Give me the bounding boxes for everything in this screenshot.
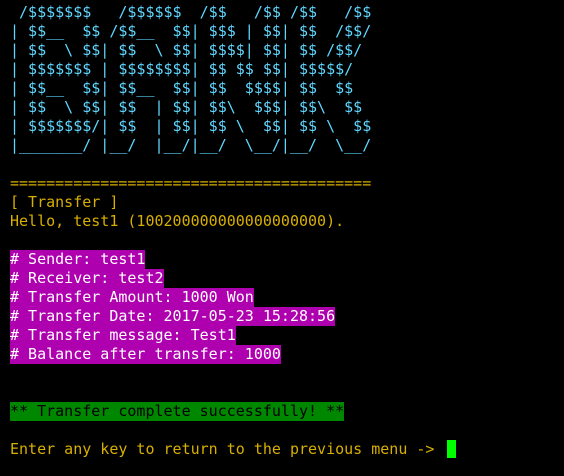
banner-line: | $$$$$$$/| $$ | $$| $$ \ $$| $$ \ $$ (10, 117, 372, 135)
banner-line: |_______/ |__/ |__/|__/ \__/|__/ \__/ (10, 136, 372, 154)
text-cursor[interactable] (447, 440, 457, 458)
banner-line: /$$$$$$$ /$$$$$$ /$$ /$$ /$$ /$$ (10, 3, 372, 21)
section-title: [ Transfer ] (10, 193, 119, 211)
detail-message: # Transfer message: Test1 (10, 326, 236, 345)
banner-line: | $$$$$$$ | $$$$$$$$| $$ $$ $$| $$$$$/ (10, 60, 372, 78)
return-prompt[interactable]: Enter any key to return to the previous … (10, 440, 558, 459)
detail-balance: # Balance after transfer: 1000 (10, 345, 281, 364)
success-message: ** Transfer complete successfully! ** (10, 402, 345, 421)
detail-sender: # Sender: test1 (10, 250, 146, 269)
bank-ascii-banner: /$$$$$$$ /$$$$$$ /$$ /$$ /$$ /$$ | $$__ … (10, 3, 558, 155)
terminal-window[interactable]: /$$$$$$$ /$$$$$$ /$$ /$$ /$$ /$$ | $$__ … (10, 3, 558, 459)
banner-line: | $$__ $$| $$__ $$| $$ $$$$| $$ $$ (10, 79, 372, 97)
transfer-details: # Sender: test1 # Receiver: test2 # Tran… (10, 250, 558, 364)
banner-line: | $$ \ $$| $$ \ $$| $$$$| $$| $$ /$$/ (10, 41, 372, 59)
detail-date: # Transfer Date: 2017-05-23 15:28:56 (10, 307, 336, 326)
greeting: Hello, test1 (100200000000000000000). (10, 212, 345, 230)
prompt-text: Enter any key to return to the previous … (10, 440, 444, 458)
detail-amount: # Transfer Amount: 1000 Won (10, 288, 254, 307)
banner-line: | $$__ $$ /$$__ $$| $$$ | $$| $$ /$$/ (10, 22, 372, 40)
separator: ======================================== (10, 174, 372, 192)
detail-receiver: # Receiver: test2 (10, 269, 164, 288)
banner-line: | $$ \ $$| $$ | $$| $$\ $$$| $$\ $$ (10, 98, 372, 116)
